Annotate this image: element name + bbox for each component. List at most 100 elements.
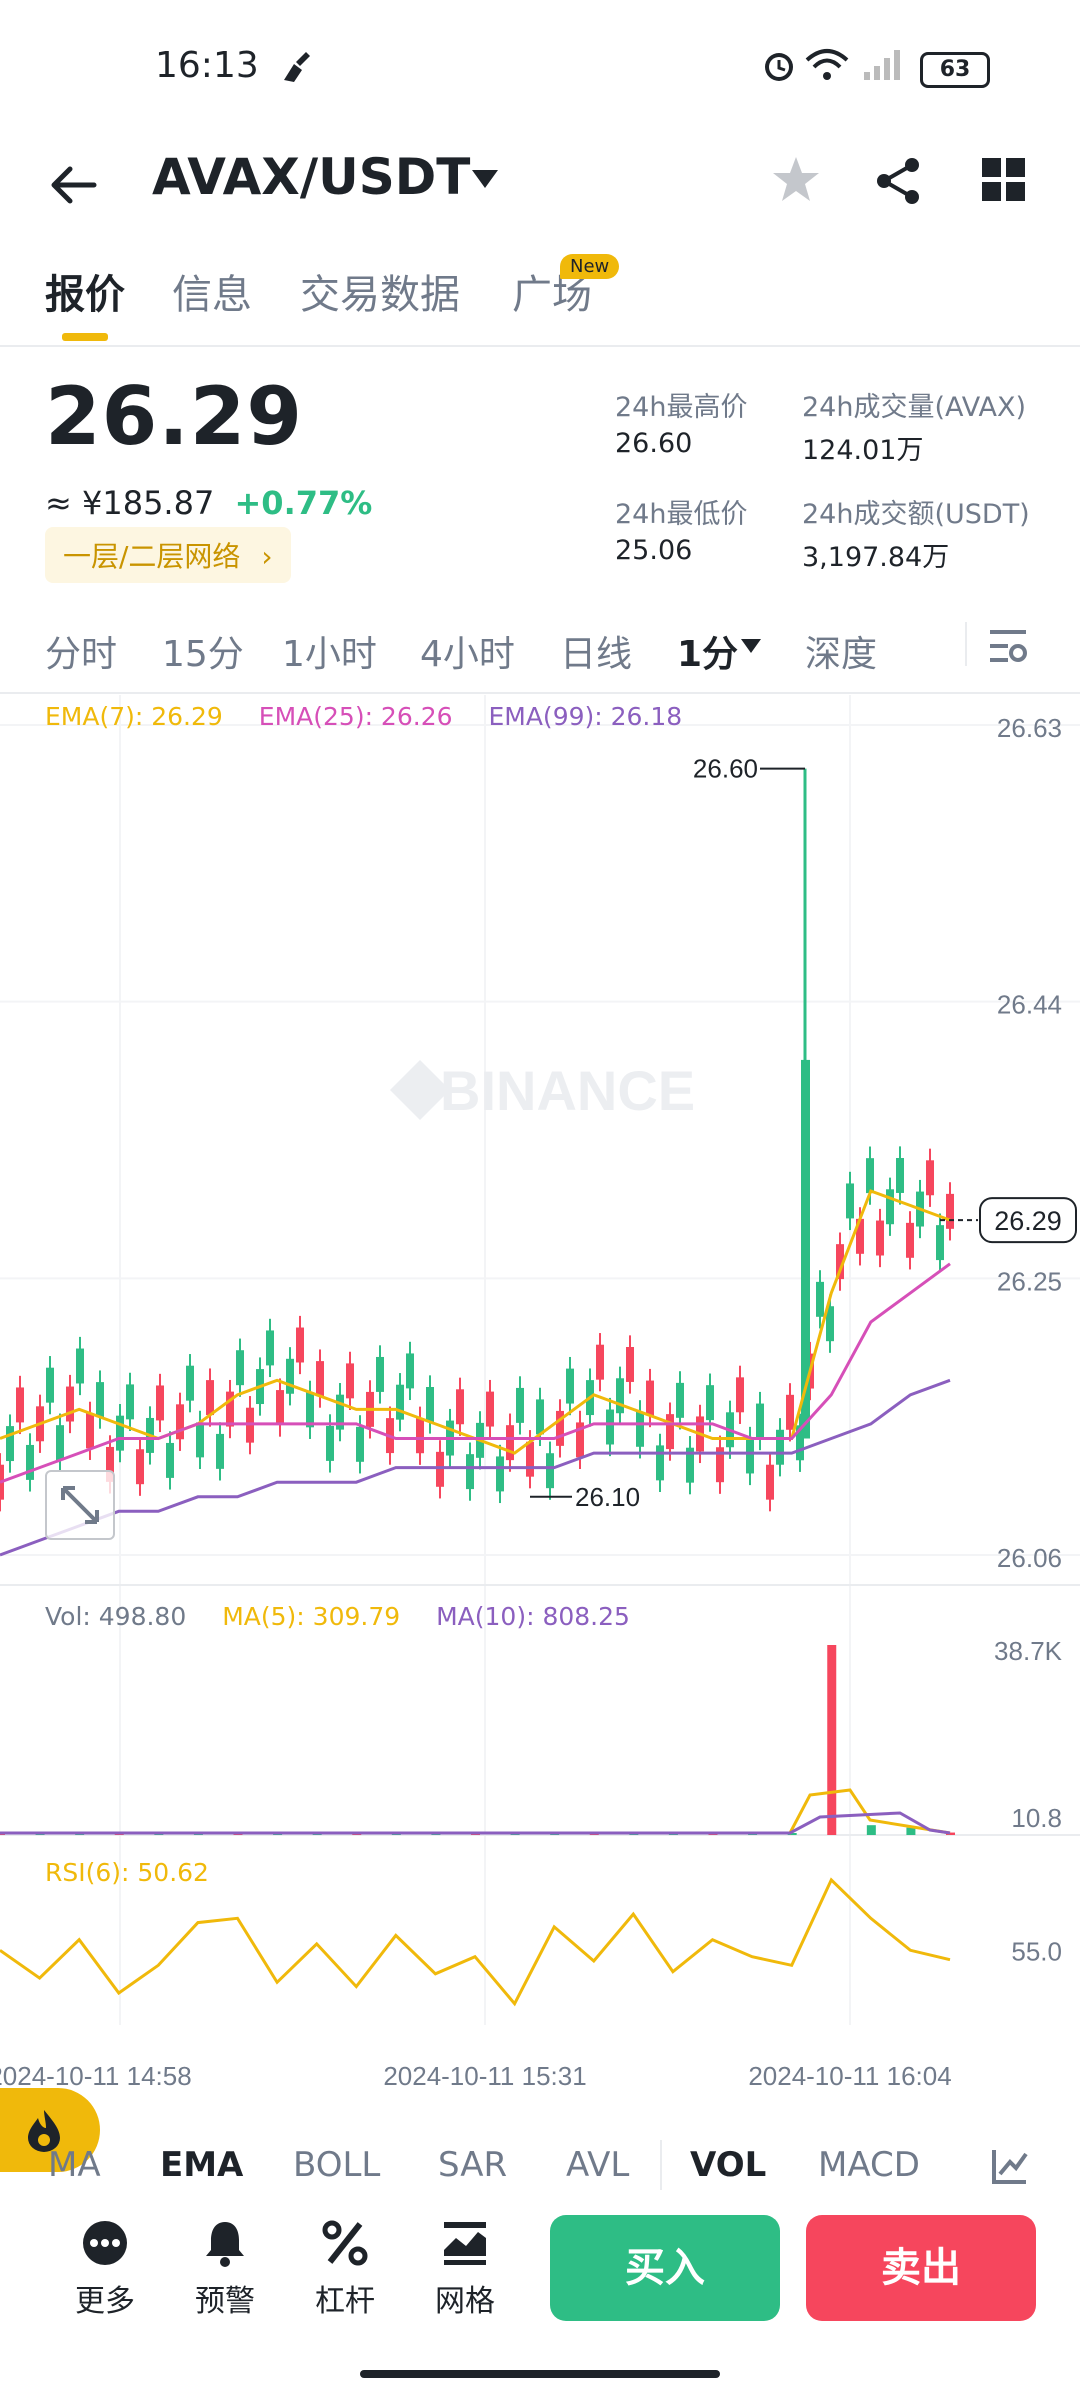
candle-body bbox=[96, 1382, 104, 1418]
candle-body bbox=[316, 1361, 324, 1397]
vol-quote-value: 3,197.84万 bbox=[802, 542, 950, 573]
candle-body bbox=[176, 1404, 184, 1440]
action-margin[interactable]: 杠杆 bbox=[285, 2218, 405, 2320]
candle-body bbox=[486, 1391, 494, 1427]
volume-bars bbox=[0, 1645, 955, 1835]
candle-body bbox=[846, 1183, 854, 1219]
chevron-down-icon[interactable] bbox=[470, 168, 500, 192]
fullscreen-button[interactable] bbox=[45, 1470, 115, 1540]
interval-1m[interactable]: 1分 bbox=[677, 625, 738, 677]
vol-base-label: 24h成交量(AVAX) bbox=[802, 392, 1026, 423]
last-price: 26.29 bbox=[45, 370, 304, 463]
candle-body bbox=[166, 1442, 174, 1478]
candle-body bbox=[406, 1353, 414, 1389]
ma10-legend: MA(10): 808.25 bbox=[436, 1602, 630, 1631]
candle-body bbox=[776, 1429, 784, 1465]
interval-1h[interactable]: 1小时 bbox=[282, 625, 377, 677]
y-tick-label: 26.63 bbox=[997, 713, 1062, 743]
price-change: +0.77% bbox=[234, 484, 373, 522]
candle-body bbox=[26, 1444, 34, 1480]
grid-trading-icon bbox=[444, 2222, 486, 2265]
chart-settings-icon[interactable] bbox=[988, 628, 1028, 664]
sell-button[interactable]: 卖出 bbox=[806, 2215, 1036, 2321]
candle-body bbox=[276, 1390, 284, 1426]
indicator-ma[interactable]: MA bbox=[48, 2145, 101, 2185]
vol-y-tick: 38.7K bbox=[994, 1636, 1063, 1666]
candle-body bbox=[116, 1415, 124, 1451]
cny-price: ≈ ¥185.87 bbox=[45, 484, 215, 522]
chart-grid bbox=[0, 695, 1080, 2025]
alarm-icon bbox=[765, 53, 793, 81]
ema25-legend: EMA(25): 26.26 bbox=[258, 702, 453, 731]
tab-info[interactable]: 信息 bbox=[172, 262, 252, 320]
candle-body bbox=[186, 1365, 194, 1401]
interval-time[interactable]: 分时 bbox=[45, 625, 117, 677]
candle-body bbox=[396, 1384, 404, 1420]
action-alert-label: 预警 bbox=[195, 2284, 255, 2319]
indicator-vol[interactable]: VOL bbox=[690, 2145, 766, 2185]
candle-body bbox=[926, 1160, 934, 1196]
candle-body bbox=[326, 1425, 334, 1461]
indicator-boll[interactable]: BOLL bbox=[293, 2145, 380, 2185]
candle-body bbox=[886, 1189, 894, 1225]
candle-body bbox=[46, 1367, 54, 1403]
pair-title[interactable]: AVAX/USDT bbox=[152, 148, 470, 206]
action-more[interactable]: 更多 bbox=[45, 2218, 165, 2320]
candle-body bbox=[156, 1385, 164, 1421]
main-tabs: 报价 信息 交易数据 广场 New bbox=[0, 240, 1080, 347]
interval-4h[interactable]: 4小时 bbox=[420, 625, 515, 677]
volume-bar bbox=[827, 1645, 837, 1835]
indicator-avl[interactable]: AVL bbox=[566, 2145, 629, 2185]
candle-body bbox=[16, 1387, 24, 1423]
ma5-legend: MA(5): 309.79 bbox=[222, 1602, 401, 1631]
indicator-macd[interactable]: MACD bbox=[818, 2145, 920, 2185]
signal-icon bbox=[864, 50, 900, 80]
candle-body bbox=[646, 1380, 654, 1416]
chevron-right-icon: › bbox=[261, 540, 273, 573]
grid-menu-icon[interactable] bbox=[982, 158, 1026, 202]
candle-body bbox=[606, 1409, 614, 1445]
interval-15m[interactable]: 15分 bbox=[162, 625, 244, 677]
interval-1d[interactable]: 日线 bbox=[560, 625, 632, 677]
candle-body bbox=[526, 1441, 534, 1477]
candle-body bbox=[266, 1330, 274, 1366]
candles bbox=[0, 768, 954, 1512]
watermark-text: BINANCE bbox=[440, 1059, 695, 1122]
candle-body bbox=[76, 1348, 84, 1384]
candle-body bbox=[786, 1394, 794, 1430]
interval-depth[interactable]: 深度 bbox=[805, 625, 877, 677]
candle-body bbox=[86, 1413, 94, 1449]
star-icon[interactable] bbox=[770, 154, 822, 206]
candle-body bbox=[376, 1356, 384, 1392]
high-value: 26.60 bbox=[615, 428, 693, 459]
interval-dropdown-icon[interactable] bbox=[740, 638, 762, 654]
bell-icon bbox=[206, 2222, 244, 2267]
rsi-line bbox=[0, 1877, 951, 2007]
action-more-label: 更多 bbox=[75, 2284, 135, 2319]
tab-quote[interactable]: 报价 bbox=[45, 262, 125, 320]
x-tick-label: 2024-10-11 14:58 bbox=[0, 2061, 192, 2091]
indicator-sar[interactable]: SAR bbox=[438, 2145, 507, 2185]
y-tick-label: 26.25 bbox=[997, 1266, 1062, 1296]
tab-trade-data[interactable]: 交易数据 bbox=[300, 262, 460, 320]
action-grid-label: 网格 bbox=[435, 2284, 495, 2319]
share-icon[interactable] bbox=[874, 156, 922, 206]
watermark: BINANCE bbox=[390, 1059, 695, 1122]
buy-button[interactable]: 买入 bbox=[550, 2215, 780, 2321]
action-grid[interactable]: 网格 bbox=[405, 2218, 525, 2320]
network-tag[interactable]: 一层/二层网络 › bbox=[45, 527, 291, 583]
candle-body bbox=[56, 1425, 64, 1461]
divider bbox=[0, 692, 1080, 694]
back-arrow-icon[interactable] bbox=[50, 160, 100, 210]
vol-ma10-line bbox=[0, 1811, 951, 1835]
candle-body bbox=[936, 1225, 944, 1261]
indicator-settings-icon[interactable] bbox=[990, 2146, 1030, 2186]
candlestick-chart[interactable]: BINANCE 26.63 26.44 26.25 26.06 26.60 26.10 26… bbox=[0, 695, 1080, 2105]
percent-icon bbox=[322, 2220, 368, 2266]
candle-body bbox=[536, 1399, 544, 1435]
indicator-ema[interactable]: EMA bbox=[160, 2145, 243, 2185]
active-tab-indicator bbox=[62, 333, 108, 341]
action-alert[interactable]: 预警 bbox=[165, 2218, 285, 2320]
volume-bar bbox=[906, 1827, 916, 1835]
candle-body bbox=[286, 1358, 294, 1394]
